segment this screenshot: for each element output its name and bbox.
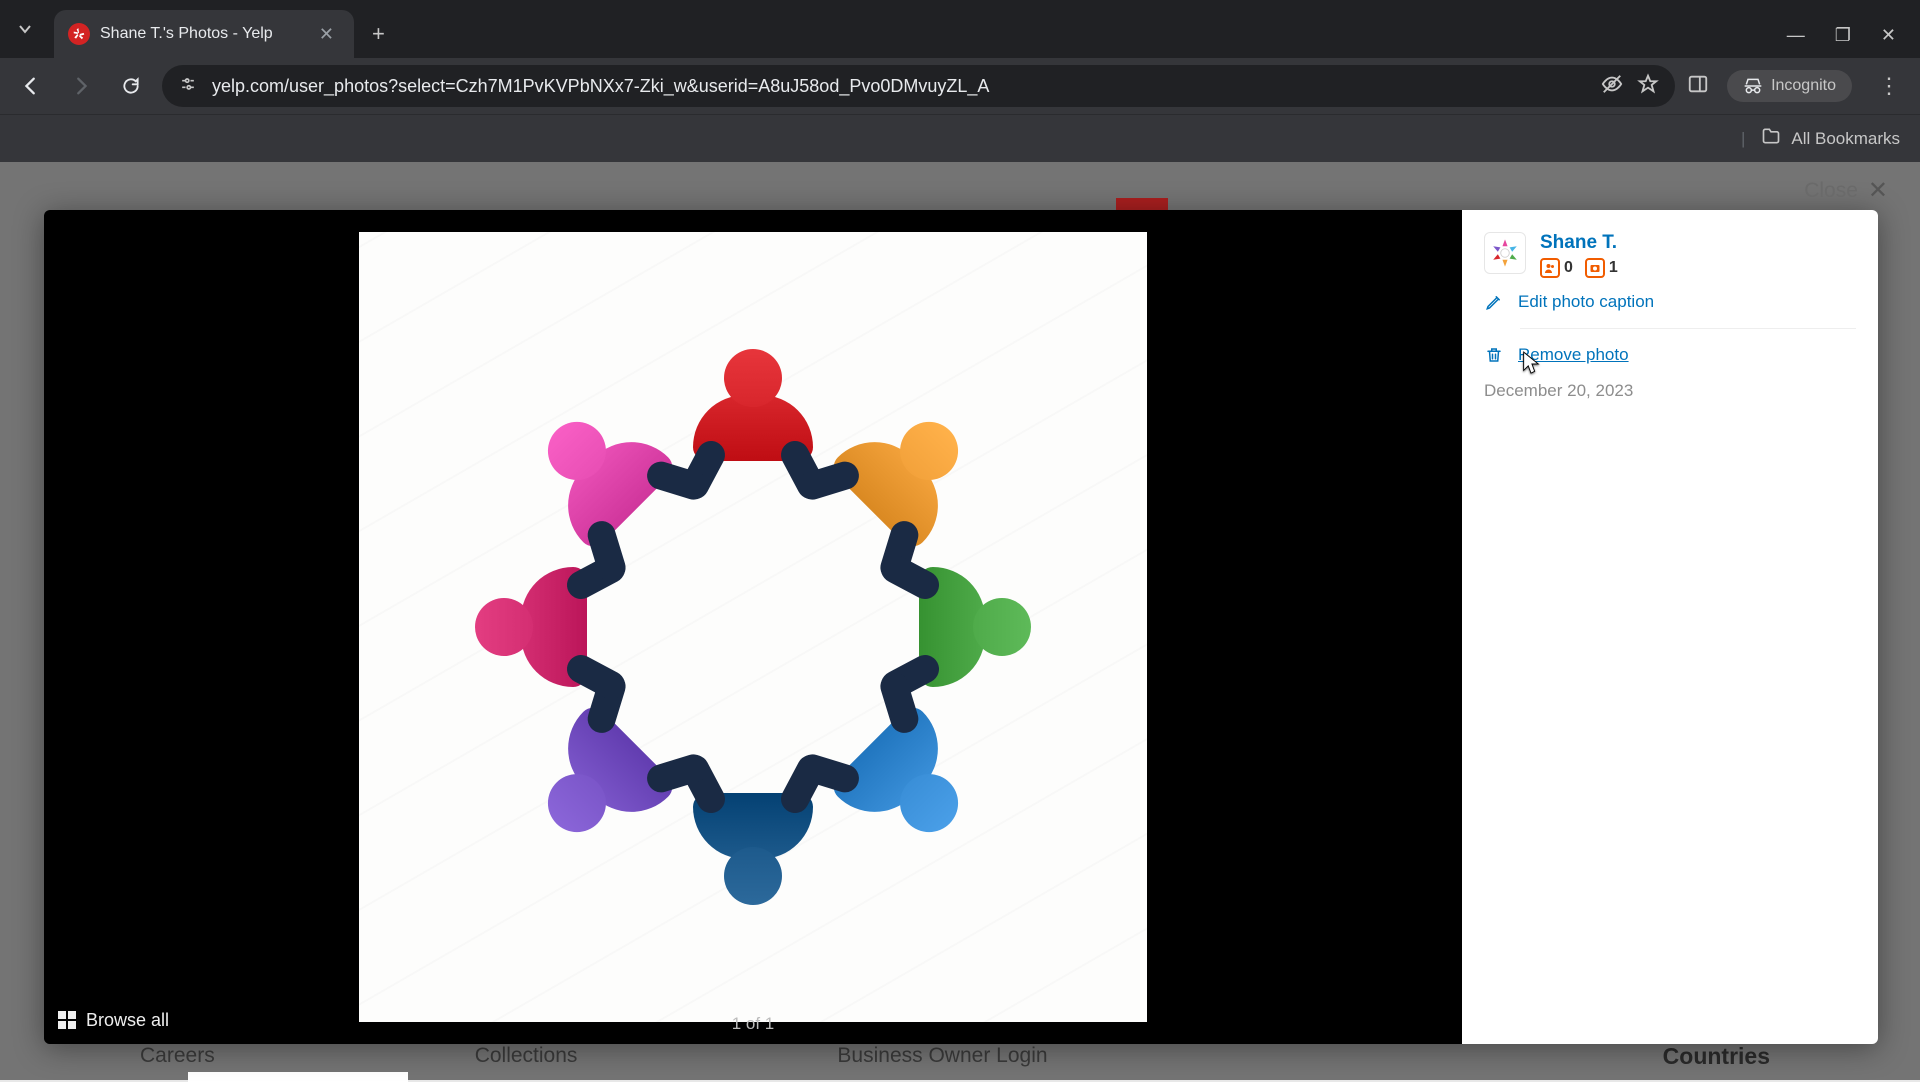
eye-off-icon[interactable] (1601, 73, 1623, 100)
people-circle-graphic (463, 337, 1043, 917)
photo-lightbox: Browse all 1 of 1 S (44, 210, 1878, 1044)
folder-icon (1761, 126, 1781, 151)
edit-caption-label: Edit photo caption (1518, 292, 1654, 312)
close-lightbox[interactable]: Close ✕ (1804, 176, 1888, 205)
reload-button[interactable] (112, 67, 150, 105)
remove-photo-label: Remove photo (1518, 345, 1629, 365)
edit-caption-link[interactable]: Edit photo caption (1484, 288, 1856, 316)
browser-tab[interactable]: Shane T.'s Photos - Yelp ✕ (54, 10, 354, 58)
close-icon: ✕ (1868, 176, 1888, 205)
photos-icon (1585, 258, 1605, 278)
photo-stage: Browse all 1 of 1 (44, 210, 1462, 1044)
photo-date: December 20, 2023 (1484, 381, 1856, 401)
photo-counter: 1 of 1 (732, 1014, 775, 1034)
footer-careers[interactable]: Careers (140, 1044, 215, 1068)
remove-photo-link[interactable]: Remove photo (1484, 341, 1856, 369)
trash-icon (1484, 345, 1504, 365)
all-bookmarks-link[interactable]: All Bookmarks (1791, 129, 1900, 149)
tab-search-dropdown[interactable] (0, 0, 50, 58)
incognito-label: Incognito (1771, 77, 1836, 95)
friends-stat: 0 (1540, 258, 1573, 278)
close-label: Close (1804, 179, 1858, 203)
maximize-icon[interactable]: ❐ (1835, 25, 1851, 46)
new-tab-button[interactable]: + (354, 10, 403, 58)
footer-biz-login[interactable]: Business Owner Login (837, 1044, 1047, 1068)
tab-close-icon[interactable]: ✕ (313, 22, 340, 47)
footer-strip (188, 1072, 408, 1082)
photos-count: 1 (1609, 259, 1618, 277)
photo-image (359, 232, 1147, 1022)
bookmarks-separator: | (1741, 129, 1745, 149)
user-name-link[interactable]: Shane T. (1540, 232, 1618, 254)
yelp-favicon (68, 23, 90, 45)
panel-divider (1520, 328, 1856, 329)
browse-all-label: Browse all (86, 1010, 169, 1031)
incognito-badge[interactable]: Incognito (1727, 70, 1852, 102)
photo-details-panel: Shane T. 0 1 (1462, 210, 1878, 1044)
url-text: yelp.com/user_photos?select=Czh7M1PvKVPb… (212, 76, 1587, 97)
minimize-icon[interactable]: ― (1787, 25, 1805, 46)
site-settings-icon[interactable] (178, 74, 198, 99)
tab-title: Shane T.'s Photos - Yelp (100, 25, 303, 43)
address-bar[interactable]: yelp.com/user_photos?select=Czh7M1PvKVPb… (162, 65, 1675, 107)
grid-icon (58, 1011, 76, 1029)
bookmark-star-icon[interactable] (1637, 73, 1659, 100)
close-window-icon[interactable]: ✕ (1881, 25, 1896, 46)
footer-countries: Countries (1663, 1043, 1770, 1070)
pencil-icon (1484, 292, 1504, 312)
browser-menu-icon[interactable]: ⋮ (1870, 73, 1908, 99)
back-button[interactable] (12, 67, 50, 105)
footer-collections[interactable]: Collections (475, 1044, 578, 1068)
user-avatar[interactable] (1484, 232, 1526, 274)
photos-stat: 1 (1585, 258, 1618, 278)
forward-button[interactable] (62, 67, 100, 105)
side-panel-icon[interactable] (1687, 73, 1709, 100)
friends-icon (1540, 258, 1560, 278)
friends-count: 0 (1564, 259, 1573, 277)
browse-all-button[interactable]: Browse all (44, 996, 187, 1044)
